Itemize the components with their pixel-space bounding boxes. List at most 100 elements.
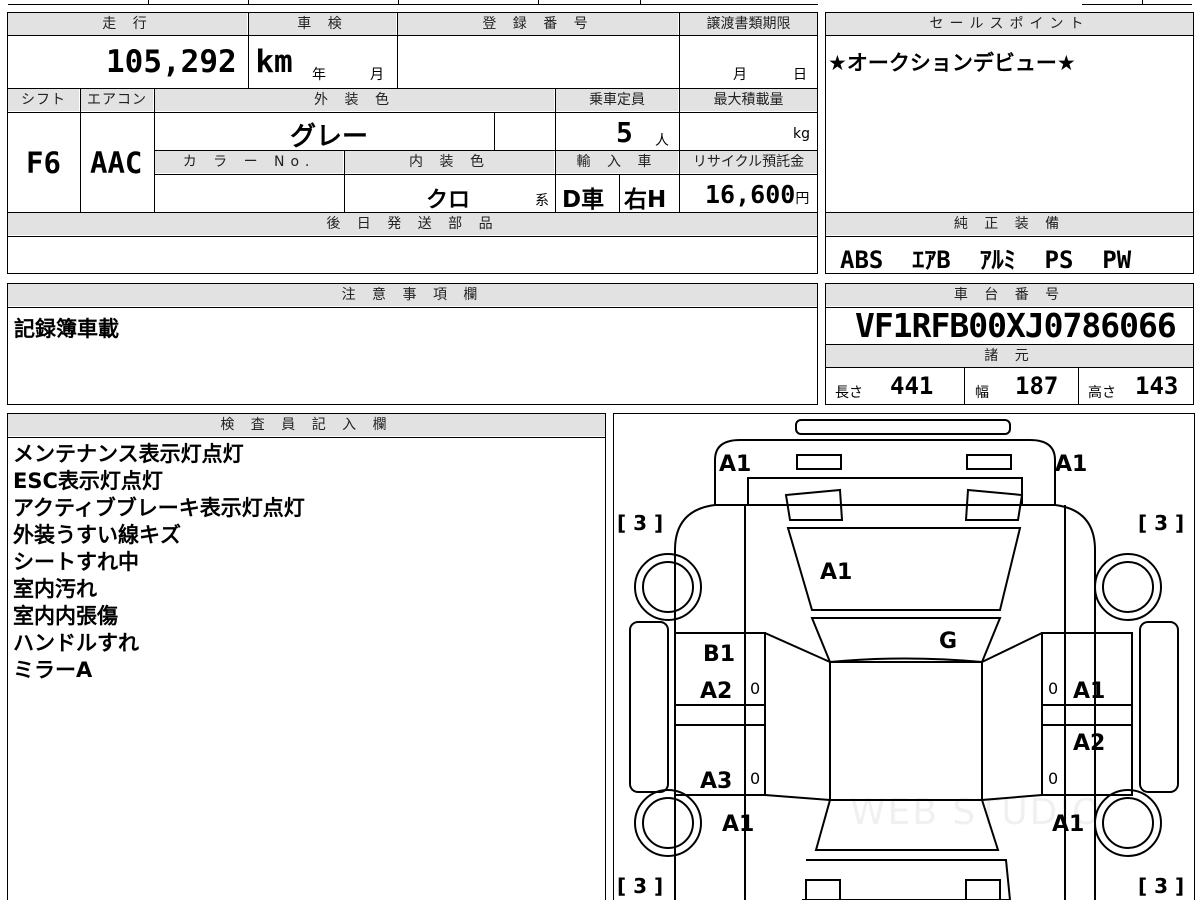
- inspector-notes-list: メンテナンス表示灯点灯 ESC表示灯点灯 アクティブブレーキ表示灯点灯 外装うす…: [13, 441, 305, 684]
- ext-color-value: グレー: [290, 122, 369, 152]
- inspection-month-label: 月: [370, 67, 384, 83]
- tire-fl-mark: [ 3 ]: [617, 511, 664, 535]
- int-color-suffix: 系: [535, 193, 549, 209]
- aircon-header: エアコン: [81, 89, 153, 111]
- handle-value: 右H: [624, 187, 667, 213]
- top-strip-divider: [538, 0, 539, 5]
- top-strip-divider: [248, 0, 249, 5]
- grid-line: [825, 35, 1194, 36]
- tire-shape: [1094, 789, 1162, 857]
- top-strip-line: [1082, 4, 1192, 5]
- mark-right-front-zero: 0: [1048, 679, 1059, 698]
- tire-inner-shape: [642, 797, 694, 849]
- genuine-equipment-list: ABS ｴｱB ｱﾙﾐ PS PW: [840, 246, 1132, 274]
- grid-line: [964, 367, 965, 405]
- body-inner-shape: [744, 505, 1066, 900]
- tire-shape: [634, 789, 702, 857]
- mark-hood: A1: [820, 560, 853, 585]
- left-pillar-shape: [764, 632, 831, 801]
- inspector-note: ESC表示灯点灯: [13, 469, 163, 493]
- tire-inner-shape: [642, 561, 694, 613]
- rear-lamp-shape: [965, 879, 1001, 900]
- height-label: 高さ: [1088, 385, 1116, 401]
- grid-line: [825, 236, 1194, 237]
- mark-left-rear-zero: 0: [750, 769, 761, 788]
- left-door-divider-shape: [674, 704, 766, 726]
- recycle-header: リサイクル預託金: [680, 151, 817, 173]
- grid-line: [1078, 367, 1079, 405]
- deadline-month-label: 月: [733, 67, 747, 83]
- grid-line: [80, 88, 81, 212]
- grid-line: [7, 307, 818, 308]
- inspector-note: ハンドルすれ: [13, 631, 139, 655]
- right-pillar-shape: [981, 632, 1043, 801]
- mark-left-rear-door: A3: [700, 769, 733, 794]
- mark-left-front-zero: 0: [750, 679, 761, 698]
- inspection-header: 車 検: [249, 13, 396, 35]
- grid-line: [7, 112, 818, 113]
- roof-shape: [829, 661, 983, 801]
- grid-line: [154, 174, 818, 175]
- windshield-shape: [810, 617, 1002, 663]
- aircon-value: AAC: [90, 146, 143, 180]
- grid-line: [825, 367, 1194, 368]
- height-value: 143: [1135, 372, 1179, 400]
- grid-line: [7, 437, 606, 438]
- length-label: 長さ: [835, 385, 863, 401]
- tire-inner-shape: [1102, 797, 1154, 849]
- deadline-day-label: 日: [793, 67, 807, 83]
- grid-line: [679, 12, 680, 88]
- tire-inner-shape: [1102, 561, 1154, 613]
- mileage-unit: km: [255, 44, 293, 80]
- top-strip-line: [8, 4, 818, 5]
- mark-right-rear-zero: 0: [1048, 769, 1059, 788]
- chassis-header: 車 台 番 号: [826, 284, 1193, 306]
- top-strip-divider: [1142, 0, 1143, 5]
- body-outline-shape: [674, 504, 1096, 900]
- grid-line: [7, 236, 818, 237]
- recycle-fee-unit: 円: [795, 191, 810, 207]
- capacity-header: 乗車定員: [556, 89, 678, 111]
- mark-front-left: A1: [719, 452, 752, 477]
- rear-lamp-shape: [805, 879, 841, 900]
- mark-windshield: G: [939, 629, 958, 654]
- tire-rl-mark: [ 3 ]: [617, 874, 664, 898]
- inspector-note: シートすれ中: [13, 550, 139, 574]
- genuine-equip-header: 純 正 装 備: [826, 213, 1193, 235]
- inspector-note: メンテナンス表示灯点灯: [13, 442, 244, 466]
- recycle-fee-value: 16,600円: [705, 180, 809, 209]
- doc-deadline-header: 譲渡書類期限: [680, 13, 817, 35]
- width-value: 187: [1015, 372, 1059, 400]
- int-color-value: クロ: [426, 188, 471, 213]
- right-side-strip-shape: [1139, 621, 1179, 793]
- shift-header: シフト: [8, 89, 79, 111]
- mark-left-rear: A1: [722, 812, 755, 837]
- color-no-header: カ ラ ー No.: [155, 151, 343, 173]
- capacity-unit: 人: [655, 133, 669, 149]
- right-door-divider-shape: [1041, 704, 1133, 726]
- inspector-header: 検 査 員 記 入 欄: [8, 414, 605, 436]
- mileage-value: 105,292 km: [106, 44, 293, 80]
- capacity-value: 5: [616, 116, 633, 149]
- recycle-fee-number: 16,600: [705, 180, 796, 209]
- grid-line: [7, 35, 818, 36]
- ext-color-header: 外 装 色: [155, 89, 554, 111]
- shift-value: F6: [26, 146, 61, 180]
- tire-fr-mark: [ 3 ]: [1138, 511, 1185, 535]
- mark-left-front-door-2: A2: [700, 679, 733, 704]
- import-header: 輸 入 車: [556, 151, 678, 173]
- width-label: 幅: [975, 385, 989, 401]
- specs-header: 諸 元: [826, 345, 1193, 367]
- grid-line: [619, 174, 620, 212]
- inspection-year-label: 年: [312, 67, 326, 83]
- max-load-header: 最大積載量: [680, 89, 817, 111]
- inspector-note: ミラーA: [13, 658, 93, 682]
- notes-header: 注 意 事 項 欄: [8, 284, 817, 306]
- mark-right-rear-door: A2: [1073, 731, 1106, 756]
- length-value: 441: [890, 372, 934, 400]
- top-strip-divider: [398, 0, 399, 5]
- headlight-shape: [966, 454, 1012, 470]
- inspector-note: アクティブブレーキ表示灯点灯: [13, 496, 305, 520]
- reg-number-header: 登 録 番 号: [398, 13, 678, 35]
- tire-shape: [634, 553, 702, 621]
